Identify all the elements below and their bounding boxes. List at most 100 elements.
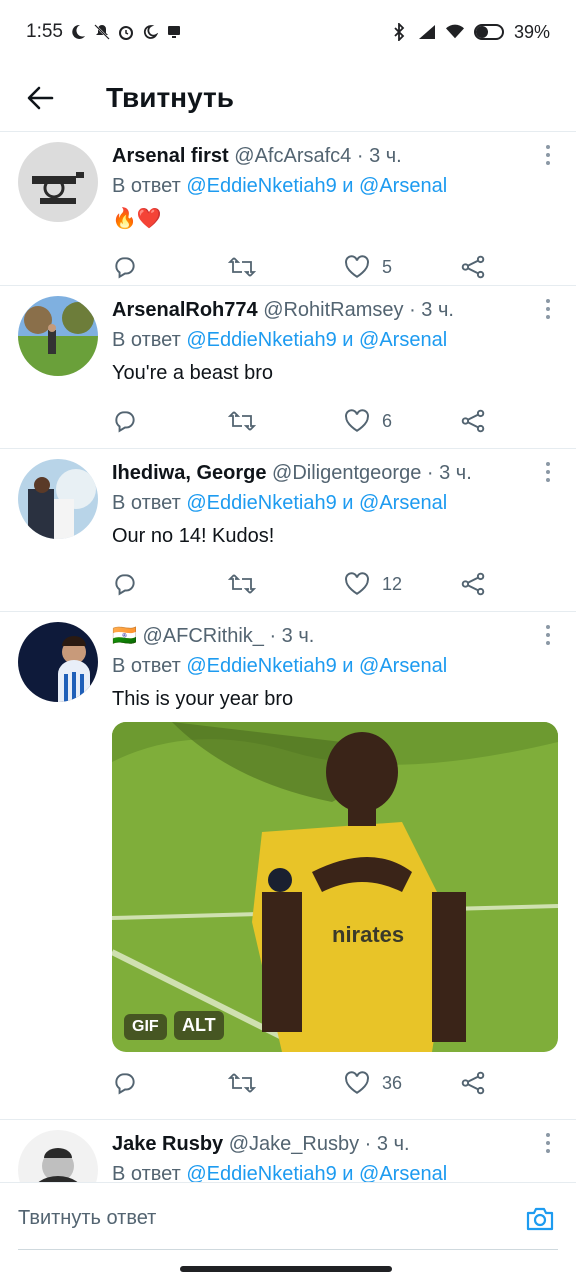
more-vertical-icon[interactable] [542,624,554,646]
alt-badge[interactable]: ALT [174,1011,224,1040]
avatar[interactable] [18,296,98,376]
status-time: 1:55 [26,21,63,42]
author-name[interactable]: Ihediwa, George [112,462,266,484]
tweet-time: · 3 ч. [356,145,402,167]
share-button[interactable] [460,408,486,434]
author-handle[interactable]: @Diligentgeorge [272,462,421,484]
tweet-actions: 36 [112,1052,558,1114]
status-bar: 1:55 39% [0,0,576,64]
reply-input[interactable]: Твитнуть ответ [18,1207,156,1230]
tweet-item[interactable]: 🇮🇳 @AFCRithik_ · 3 ч. В ответ @EddieNket… [0,612,576,1120]
more-vertical-icon[interactable] [542,1132,554,1154]
tweet-time: · 3 ч. [426,462,472,484]
avatar[interactable] [18,622,98,702]
tweet-text: 🔥❤️ [112,208,162,230]
wifi-icon [445,23,464,41]
like-count: 12 [382,573,403,594]
desktop-icon [165,23,183,41]
like-button[interactable]: 36 [344,1071,460,1095]
like-count: 5 [382,256,393,277]
back-button[interactable] [0,64,80,132]
share-icon [461,255,485,279]
avatar[interactable] [18,459,98,539]
bedtime-icon [141,23,159,41]
reply-icon [115,1073,135,1095]
svg-text:nirates: nirates [332,922,404,947]
bluetooth-icon [390,23,408,41]
mention-link[interactable]: @Arsenal [359,175,447,197]
tweet-actions: 6 [112,390,558,452]
reply-button[interactable] [112,254,228,280]
reply-context: В ответ @EddieNketiah9 и @Arsenal [112,1158,558,1182]
cellular-signal-icon [418,23,436,41]
camera-icon[interactable] [524,1203,556,1235]
page-title: Твитнуть [106,81,234,113]
author-handle[interactable]: @AfcArsafc4 [234,145,351,167]
tweet-item[interactable]: Ihediwa, George @Diligentgeorge · 3 ч. В… [0,449,576,612]
like-button[interactable]: 6 [344,409,460,433]
mention-link[interactable]: @EddieNketiah9 [186,1163,336,1182]
like-button[interactable]: 12 [344,572,460,596]
author-name[interactable]: 🇮🇳 [112,625,137,647]
reply-icon [115,574,135,596]
reply-context: В ответ @EddieNketiah9 и @Arsenal [112,655,448,677]
reply-button[interactable] [112,571,228,597]
more-vertical-icon[interactable] [542,461,554,483]
like-count: 36 [382,1072,403,1093]
reply-icon [115,411,135,433]
tweet-item[interactable]: Arsenal first @AfcArsafc4 · 3 ч. В ответ… [0,132,576,286]
author-handle[interactable]: @RohitRamsey [263,299,403,321]
mention-link[interactable]: @EddieNketiah9 [186,492,336,514]
mention-link[interactable]: @EddieNketiah9 [186,329,336,351]
tweet-item[interactable]: Jake Rusby @Jake_Rusby · 3 ч. В ответ @E… [0,1120,576,1182]
author-name[interactable]: ArsenalRoh774 [112,299,258,321]
more-vertical-icon[interactable] [542,144,554,166]
retweet-button[interactable] [228,408,344,434]
mention-link[interactable]: @Arsenal [359,492,447,514]
tweet-text: This is your year bro [112,688,294,710]
retweet-icon [228,257,256,277]
share-button[interactable] [460,571,486,597]
gif-badge: GIF [124,1014,167,1040]
retweet-icon [228,411,256,431]
retweet-button[interactable] [228,571,344,597]
mention-link[interactable]: @Arsenal [359,1163,447,1182]
tweet-gif[interactable]: nirates GIF ALT [112,722,558,1052]
tweet-time: · 3 ч. [364,1133,410,1155]
avatar[interactable] [18,1130,98,1182]
notifications-off-icon [93,23,111,41]
tweet-item[interactable]: ArsenalRoh774 @RohitRamsey · 3 ч. В отве… [0,286,576,449]
retweet-button[interactable] [228,254,344,280]
battery-saver-icon [473,23,504,41]
tweet-time: · 3 ч. [269,625,315,647]
like-button[interactable]: 5 [344,255,460,279]
avatar[interactable] [18,142,98,222]
author-name[interactable]: Arsenal first [112,145,229,167]
heart-icon [345,409,369,432]
home-indicator[interactable] [180,1266,392,1272]
share-button[interactable] [460,1070,486,1096]
tweet-actions: 12 [112,553,558,615]
author-handle[interactable]: @Jake_Rusby [229,1133,359,1155]
retweet-icon [228,574,256,594]
mention-link[interactable]: @Arsenal [359,329,447,351]
share-icon [461,409,485,433]
heart-icon [345,572,369,595]
share-button[interactable] [460,254,486,280]
like-count: 6 [382,410,393,431]
reply-button[interactable] [112,1070,228,1096]
reply-context: В ответ @EddieNketiah9 и @Arsenal [112,175,448,197]
mention-link[interactable]: @EddieNketiah9 [186,655,336,677]
retweet-button[interactable] [228,1070,344,1096]
author-handle[interactable]: @AFCRithik_ [142,625,263,647]
input-underline [18,1249,558,1250]
author-name[interactable]: Jake Rusby [112,1133,223,1155]
more-vertical-icon[interactable] [542,298,554,320]
mention-link[interactable]: @EddieNketiah9 [186,175,336,197]
share-icon [461,572,485,596]
reply-button[interactable] [112,408,228,434]
tweet-text: You're a beast bro [112,362,273,384]
replies-feed[interactable]: Arsenal first @AfcArsafc4 · 3 ч. В ответ… [0,132,576,1182]
mention-link[interactable]: @Arsenal [359,655,447,677]
battery-percent: 39% [513,21,550,42]
